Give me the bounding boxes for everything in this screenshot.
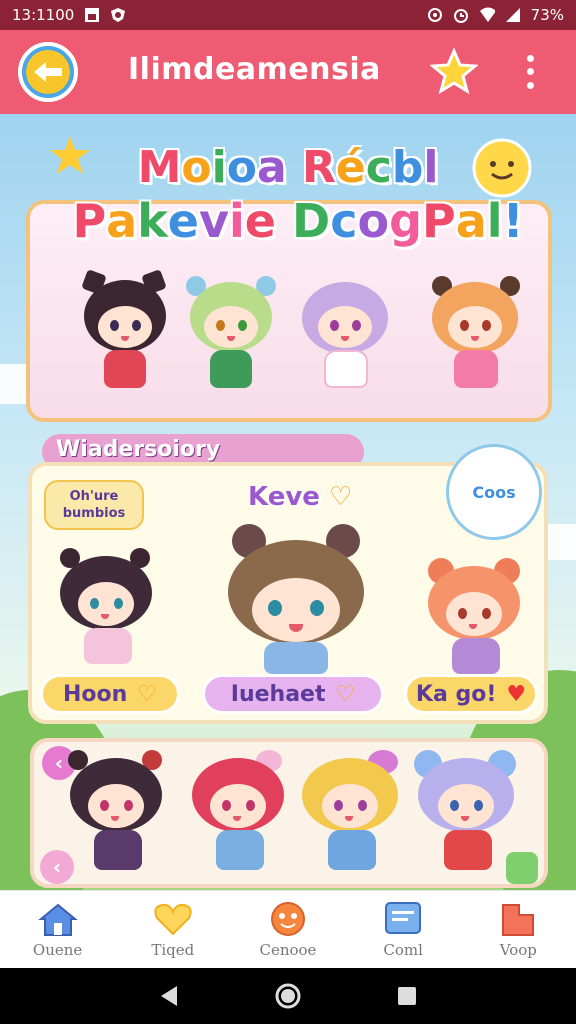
nav-label: Voop bbox=[499, 940, 537, 959]
back-triangle-icon[interactable] bbox=[157, 984, 181, 1008]
battery-level: 73% bbox=[530, 6, 564, 24]
star-icon bbox=[429, 47, 479, 95]
home-icon bbox=[37, 903, 78, 936]
character-card[interactable] bbox=[190, 750, 286, 880]
banner-letter: P bbox=[72, 194, 107, 248]
home-circle-icon[interactable] bbox=[274, 982, 302, 1010]
banner-letter: o bbox=[226, 142, 257, 193]
app-title: Ilimdeamensia bbox=[128, 52, 381, 87]
banner-letter: o bbox=[181, 142, 212, 193]
wifi-icon bbox=[479, 7, 495, 23]
heart-icon: ♡ bbox=[328, 482, 353, 512]
character-card[interactable] bbox=[428, 272, 524, 402]
banner-letter: b bbox=[391, 142, 424, 193]
system-navigation-bar bbox=[0, 968, 576, 1024]
nav-label: Coml bbox=[383, 940, 423, 959]
character-card[interactable] bbox=[298, 750, 402, 880]
back-arrow-icon bbox=[26, 50, 70, 94]
alarm-icon bbox=[453, 7, 469, 23]
reaction-pill[interactable]: Hoon ♡ bbox=[40, 674, 180, 714]
bottom-navigation: Ouene Tiqed Cenooe Coml Voop bbox=[0, 890, 576, 968]
banner-letter bbox=[276, 194, 292, 248]
location-icon bbox=[427, 7, 443, 23]
heart-icon: ♡ bbox=[335, 681, 356, 707]
bookmark-icon bbox=[502, 903, 535, 936]
character-card[interactable] bbox=[424, 558, 524, 678]
face-icon bbox=[270, 901, 305, 936]
banner-letter: ! bbox=[502, 194, 524, 248]
character-card-featured[interactable] bbox=[222, 524, 370, 674]
image-icon bbox=[84, 7, 100, 23]
status-time: 13:1100 bbox=[12, 6, 75, 24]
banner-letter: i bbox=[229, 194, 245, 248]
banner-letter: k bbox=[137, 194, 168, 248]
banner-letter: P bbox=[422, 194, 456, 248]
banner-letter: D bbox=[292, 194, 331, 248]
character-card[interactable] bbox=[80, 269, 170, 402]
banner-title-line1: Moioa Récbl bbox=[0, 142, 576, 193]
nav-item-ouene[interactable]: Ouene bbox=[8, 901, 108, 959]
character-card[interactable] bbox=[186, 272, 276, 402]
character-card[interactable] bbox=[298, 272, 394, 402]
speech-bubble[interactable]: Coos bbox=[446, 444, 542, 540]
heart-icon bbox=[154, 903, 192, 935]
banner-letter: a bbox=[106, 194, 138, 248]
main-content: Moioa Récbl Pakevie DcogPal! Wiadersoior… bbox=[0, 114, 576, 890]
more-menu-button[interactable] bbox=[518, 52, 542, 92]
character-card[interactable] bbox=[56, 548, 156, 668]
banner-letter: M bbox=[137, 142, 182, 193]
reaction-pill[interactable]: Iuehaet ♡ bbox=[202, 674, 384, 714]
nav-label: Cenooe bbox=[259, 940, 317, 959]
pill-label: Iuehaet bbox=[230, 681, 326, 707]
heart-icon: ♡ bbox=[137, 681, 158, 707]
reaction-pill[interactable]: Ka go! ♥ bbox=[404, 674, 538, 714]
featured-center-text: Keve bbox=[248, 482, 320, 512]
banner-letter: c bbox=[330, 194, 358, 248]
nav-item-cenooe[interactable]: Cenooe bbox=[238, 901, 338, 959]
banner-title-line2: Pakevie DcogPal! bbox=[10, 194, 576, 248]
back-button[interactable] bbox=[18, 42, 78, 102]
nav-label: Ouene bbox=[32, 940, 83, 959]
chat-icon bbox=[385, 901, 422, 934]
banner-letter: a bbox=[256, 142, 287, 193]
banner-letter: o bbox=[357, 194, 390, 248]
banner-letter: R bbox=[301, 142, 336, 193]
status-bar: 13:1100 73% bbox=[0, 0, 576, 30]
pill-label: Ka go! bbox=[415, 681, 497, 707]
nav-label: Tiqed bbox=[151, 940, 195, 959]
more-vert-icon bbox=[526, 55, 534, 63]
nav-item-coml[interactable]: Coml bbox=[353, 901, 453, 959]
heart-icon: ♥ bbox=[506, 681, 527, 707]
nav-item-voop[interactable]: Voop bbox=[468, 901, 568, 959]
pill-label: Hoon bbox=[62, 681, 128, 707]
banner-letter: e bbox=[244, 194, 276, 248]
signal-icon bbox=[505, 7, 521, 23]
featured-center-label: Keve ♡ bbox=[248, 482, 352, 512]
nav-item-tiqed[interactable]: Tiqed bbox=[123, 901, 223, 959]
featured-badge[interactable]: Oh'ure bumbios bbox=[44, 480, 144, 530]
app-bar: Ilimdeamensia bbox=[0, 30, 576, 114]
banner-letter: a bbox=[455, 194, 487, 248]
banner-letter: c bbox=[365, 142, 392, 193]
banner-letter: v bbox=[199, 194, 229, 248]
favorite-button[interactable] bbox=[429, 47, 479, 96]
banner-letter: g bbox=[389, 194, 423, 248]
banner-letter bbox=[287, 142, 302, 193]
banner-letter: e bbox=[167, 194, 199, 248]
banner-letter: l bbox=[486, 194, 503, 248]
banner-letter: i bbox=[211, 142, 227, 193]
recents-square-icon[interactable] bbox=[395, 984, 419, 1008]
banner-letter: é bbox=[335, 142, 366, 193]
banner-letter: l bbox=[423, 142, 439, 193]
character-card[interactable] bbox=[414, 750, 518, 880]
character-card[interactable] bbox=[68, 750, 164, 880]
shield-icon bbox=[110, 7, 126, 23]
